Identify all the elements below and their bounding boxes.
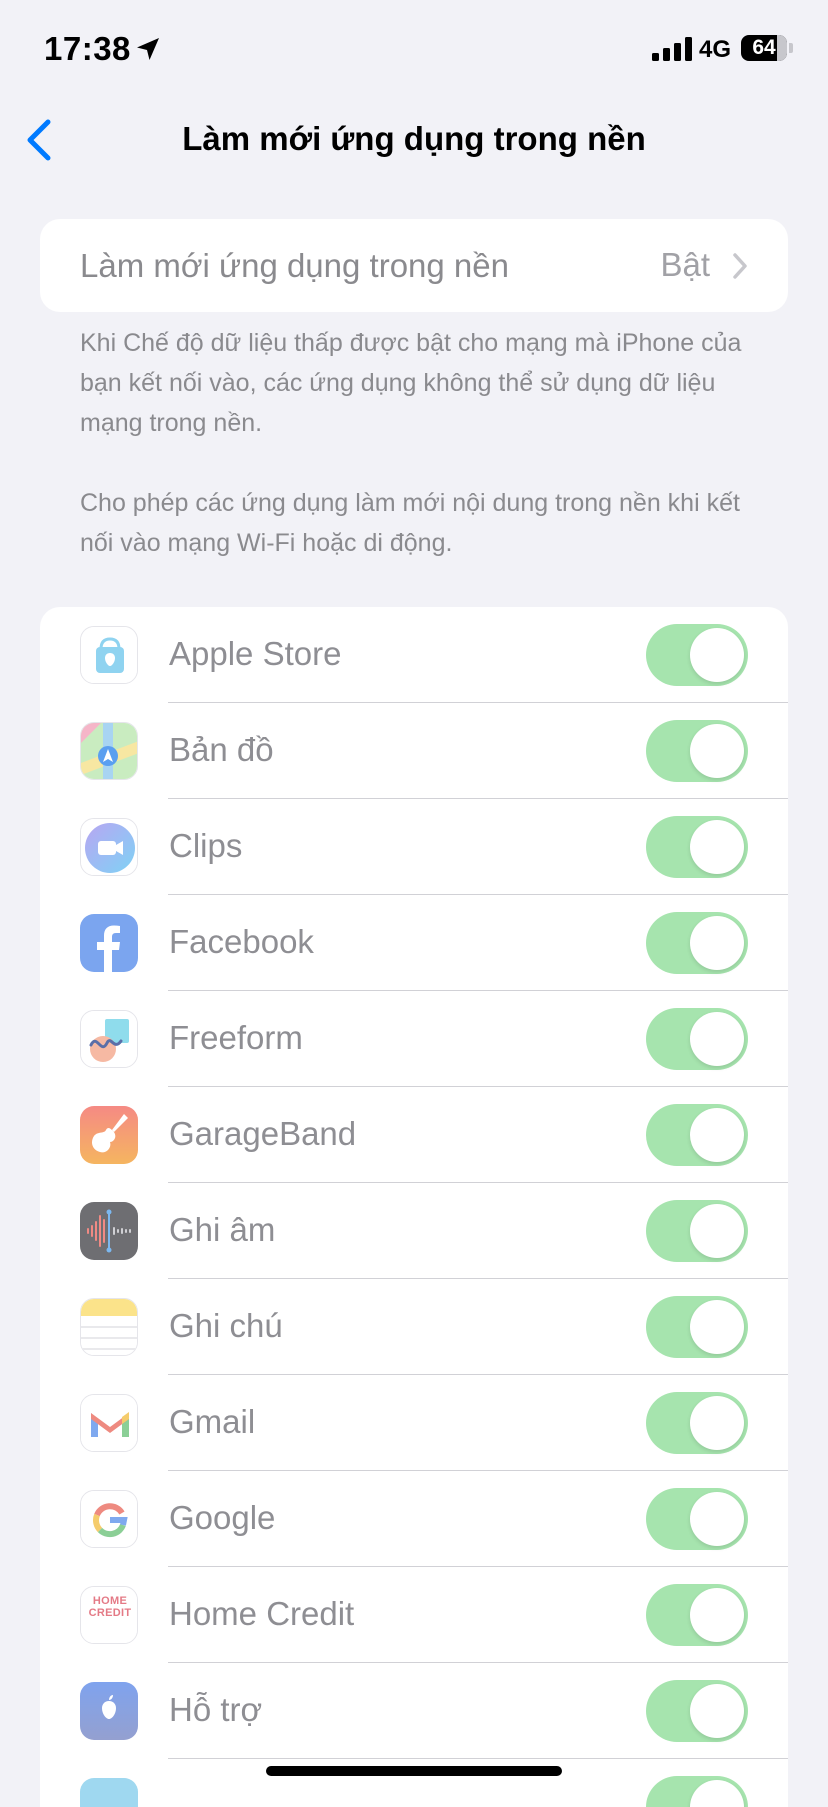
battery-cap (789, 43, 793, 53)
toggle-knob (690, 1300, 744, 1354)
google-icon (80, 1490, 138, 1548)
app-name: Facebook (169, 923, 314, 960)
voice-memos-toggle[interactable] (646, 1200, 748, 1262)
maps-toggle[interactable] (646, 720, 748, 782)
toggle-knob (690, 1204, 744, 1258)
cellular-signal-icon (652, 37, 692, 61)
toggle-knob (690, 724, 744, 778)
status-time: 17:38 (44, 30, 131, 67)
app-name: Clips (169, 827, 243, 864)
battery-icon: 64 (741, 35, 787, 61)
app-list: Apple Store Bản đồ Clips Facebook Freefo… (40, 607, 788, 1807)
app-name: Freeform (169, 1019, 303, 1056)
gmail-toggle[interactable] (646, 1392, 748, 1454)
app-row-clips: Clips (40, 799, 788, 895)
app-row-voice-memos: Ghi âm (40, 1183, 788, 1279)
app-name: Ghi chú (169, 1307, 283, 1344)
app-row-freeform: Freeform (40, 991, 788, 1087)
home-credit-logo-text: HOME CREDIT (88, 1595, 132, 1619)
clips-icon (80, 818, 138, 876)
toggle-knob (690, 1396, 744, 1450)
background-refresh-label: Làm mới ứng dụng trong nền (80, 247, 509, 284)
app-row-apple-support: Hỗ trợ (40, 1663, 788, 1759)
app-name: Home Credit (169, 1595, 355, 1632)
app-row-facebook: Facebook (40, 895, 788, 991)
page-title: Làm mới ứng dụng trong nền (182, 120, 646, 157)
app-name: Google (169, 1499, 276, 1536)
background-refresh-value: Bật (660, 246, 710, 283)
clips-toggle[interactable] (646, 816, 748, 878)
app-row-apple-store: Apple Store (40, 607, 788, 703)
toggle-knob (690, 820, 744, 874)
network-type: 4G (699, 36, 732, 63)
app-name: GarageBand (169, 1115, 357, 1152)
freeform-icon (80, 1010, 138, 1068)
toggle-knob (690, 1684, 744, 1738)
app-row-google: Google (40, 1471, 788, 1567)
app-row-notes: Ghi chú (40, 1279, 788, 1375)
freeform-toggle[interactable] (646, 1008, 748, 1070)
garageband-icon (80, 1106, 138, 1164)
gmail-icon (80, 1394, 138, 1452)
chevron-right-icon (733, 253, 747, 279)
notes-icon (80, 1298, 138, 1356)
background-refresh-note: Cho phép các ứng dụng làm mới nội dung t… (80, 489, 740, 557)
low-data-mode-note: Khi Chế độ dữ liệu thấp được bật cho mạn… (80, 329, 742, 437)
apple-support-icon (80, 1682, 138, 1740)
toggle-knob (690, 1012, 744, 1066)
toggle-knob (690, 1492, 744, 1546)
garageband-toggle[interactable] (646, 1104, 748, 1166)
facebook-toggle[interactable] (646, 912, 748, 974)
notes-toggle[interactable] (646, 1296, 748, 1358)
location-arrow-icon (137, 38, 159, 60)
home-indicator (266, 1766, 562, 1776)
app-name: Hỗ trợ (169, 1691, 263, 1728)
background-refresh-setting[interactable]: Làm mới ứng dụng trong nền Bật (40, 219, 788, 312)
app-name: Apple Store (169, 635, 342, 672)
toggle-knob (690, 1780, 744, 1807)
app-name: Bản đồ (169, 731, 274, 768)
app-row-gmail: Gmail (40, 1375, 788, 1471)
facebook-icon (80, 914, 138, 972)
google-toggle[interactable] (646, 1488, 748, 1550)
toggle-knob (690, 1588, 744, 1642)
toggle-knob (690, 916, 744, 970)
app-name: Gmail (169, 1403, 256, 1440)
battery-percent: 64 (752, 36, 776, 59)
voice-memos-icon (80, 1202, 138, 1260)
maps-icon (80, 722, 138, 780)
status-bar: 17:38 4G 64 (0, 0, 828, 100)
app-row-maps: Bản đồ (40, 703, 788, 799)
home-credit-toggle[interactable] (646, 1584, 748, 1646)
app-name: Ghi âm (169, 1211, 276, 1248)
apple-store-toggle[interactable] (646, 624, 748, 686)
app-row-home-credit: Home Credit (40, 1567, 788, 1663)
app-icon (80, 1778, 138, 1807)
apple-store-icon (80, 626, 138, 684)
apple-support-toggle[interactable] (646, 1680, 748, 1742)
toggle-knob (690, 1108, 744, 1162)
toggle-knob (690, 628, 744, 682)
app-row-garageband: GarageBand (40, 1087, 788, 1183)
